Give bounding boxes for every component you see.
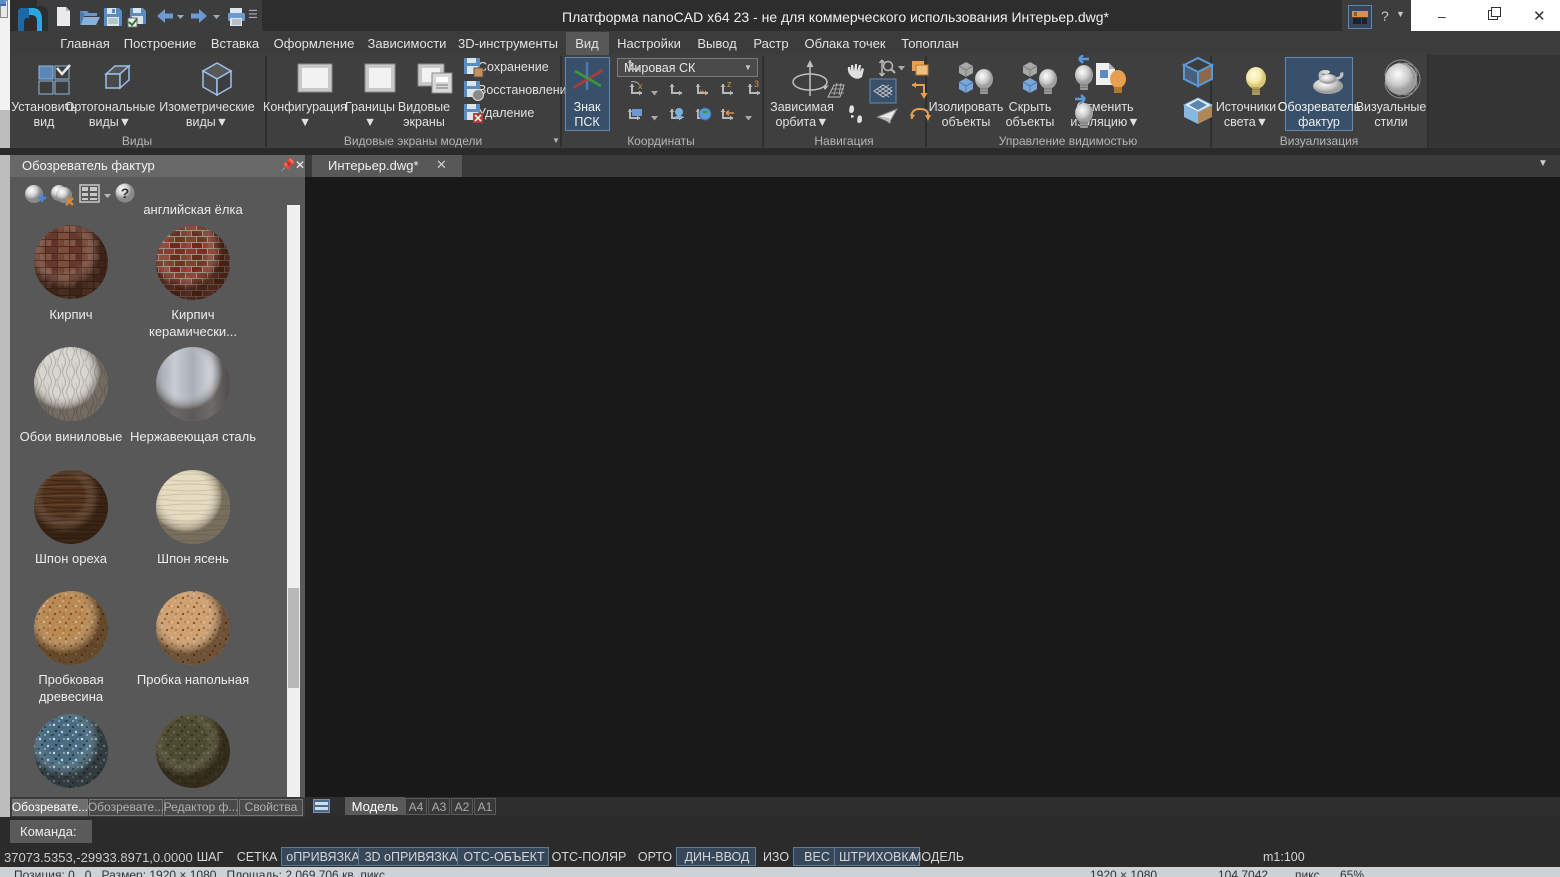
svg-text:?: ?: [121, 185, 130, 201]
svg-text:x: x: [638, 81, 643, 91]
svg-text:3: 3: [754, 79, 759, 89]
svg-text:z: z: [727, 79, 732, 89]
